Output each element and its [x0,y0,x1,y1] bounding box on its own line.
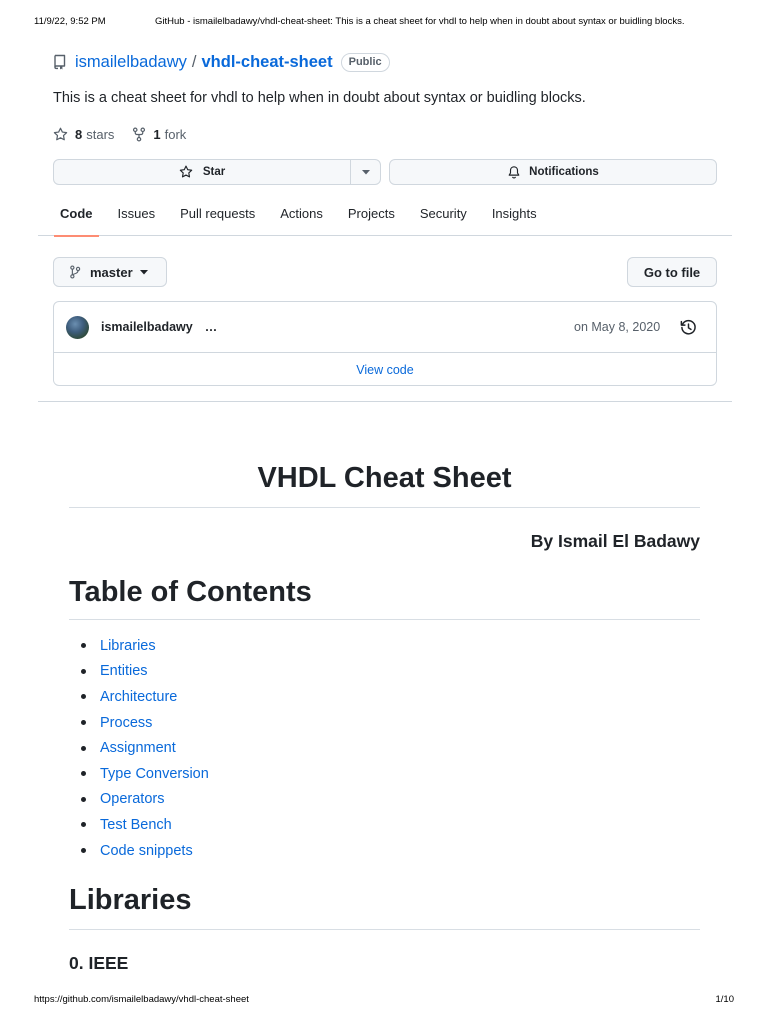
toc-link-libraries[interactable]: Libraries [100,638,156,654]
view-code-link[interactable]: View code [54,353,716,386]
tab-actions[interactable]: Actions [280,196,323,236]
notifications-button[interactable]: Notifications [389,159,717,185]
star-button-label: Star [202,166,226,178]
bell-icon [508,165,520,178]
toc-item: Type Conversion [81,761,209,787]
print-page-number: 1/10 [715,994,735,1005]
bullet [81,668,86,674]
repo-tabs: Code Issues Pull requests Actions Projec… [38,196,732,237]
toc-item: Assignment [81,735,209,761]
toc-heading: Table of Contents [69,576,312,608]
stars-count: 8 [75,127,83,142]
branch-name: master [90,264,133,280]
bullet [81,745,86,751]
forks-link[interactable]: 1 fork [132,127,186,142]
bullet [81,848,86,854]
repo-name-link[interactable]: vhdl-cheat-sheet [201,53,332,72]
star-button-group: Star [53,159,381,185]
bullet [81,643,86,649]
tab-security[interactable]: Security [420,196,467,236]
toc-item: Test Bench [81,812,209,838]
bullet [81,796,86,802]
repo-icon [53,54,67,70]
commit-message-ellipsis[interactable]: … [205,320,218,334]
toc-divider [69,619,700,620]
latest-commit-box: ismailelbadawy … on May 8, 2020 View cod… [53,301,717,386]
toc-link-process[interactable]: Process [100,715,152,731]
toc-item: Process [81,710,209,736]
toc-item: Code snippets [81,838,209,864]
libraries-heading: Libraries [69,884,192,916]
libraries-divider [69,929,700,930]
fork-icon [133,127,146,142]
commit-author-link[interactable]: ismailelbadawy [101,320,193,334]
forks-count: 1 [153,127,161,142]
repo-action-buttons: Star Notifications [53,159,717,185]
print-page-title: GitHub - ismailelbadawy/vhdl-cheat-sheet… [155,16,685,27]
print-url: https://github.com/ismailelbadawy/vhdl-c… [34,994,249,1005]
forks-label: fork [164,127,187,142]
readme-title: VHDL Cheat Sheet [257,462,512,494]
toc-link-assignment[interactable]: Assignment [100,740,176,756]
star-outline-icon [179,165,193,178]
toc-link-code-snippets[interactable]: Code snippets [100,843,193,859]
toc-link-type-conversion[interactable]: Type Conversion [100,766,209,782]
notifications-label: Notifications [529,166,599,178]
bullet [81,822,86,828]
branch-icon [70,265,81,279]
section-divider [38,401,732,402]
toc-list: Libraries Entities Architecture Process … [81,633,209,863]
tab-code[interactable]: Code [54,196,98,237]
print-footer: https://github.com/ismailelbadawy/vhdl-c… [34,994,734,1008]
tab-insights[interactable]: Insights [492,196,537,236]
go-to-file-button[interactable]: Go to file [627,257,717,287]
toc-link-architecture[interactable]: Architecture [100,689,177,705]
repo-owner-link[interactable]: ismailelbadawy [75,53,187,72]
toc-item: Entities [81,659,209,685]
latest-commit-row: ismailelbadawy … on May 8, 2020 [54,302,716,353]
tab-pull-requests[interactable]: Pull requests [180,196,255,236]
tab-projects[interactable]: Projects [348,196,395,236]
repo-heading: ismailelbadawy / vhdl-cheat-sheet Public [53,51,390,73]
repo-stats: 8 stars 1 fork [53,127,204,142]
history-icon[interactable] [680,319,697,336]
bullet [81,720,86,726]
tab-issues[interactable]: Issues [118,196,156,236]
bullet [81,771,86,777]
toc-item: Operators [81,787,209,813]
repo-separator: / [191,52,197,71]
visibility-badge: Public [340,52,390,72]
toc-link-operators[interactable]: Operators [100,791,164,807]
title-divider [69,507,700,508]
star-dropdown-button[interactable] [350,160,380,184]
stars-label: stars [86,127,115,142]
caret-down-icon [139,269,148,274]
repo-description: This is a cheat sheet for vhdl to help w… [53,90,586,106]
stars-link[interactable]: 8 stars [53,127,114,142]
caret-down-icon [361,169,370,174]
bullet [81,694,86,700]
ieee-heading: 0. IEEE [69,953,129,973]
star-button[interactable]: Star [54,160,350,184]
commit-date: on May 8, 2020 [574,320,661,334]
toc-item: Architecture [81,684,209,710]
author-avatar[interactable] [66,315,89,339]
print-header: 11/9/22, 9:52 PM GitHub - ismailelbadawy… [34,16,734,30]
print-datetime: 11/9/22, 9:52 PM [34,16,106,27]
star-outline-icon [53,127,68,141]
readme-byline: By Ismail El Badawy [530,531,700,551]
toc-link-test-bench[interactable]: Test Bench [100,817,172,833]
toc-item: Libraries [81,633,209,659]
branch-select-button[interactable]: master [53,257,167,287]
toc-link-entities[interactable]: Entities [100,663,148,679]
